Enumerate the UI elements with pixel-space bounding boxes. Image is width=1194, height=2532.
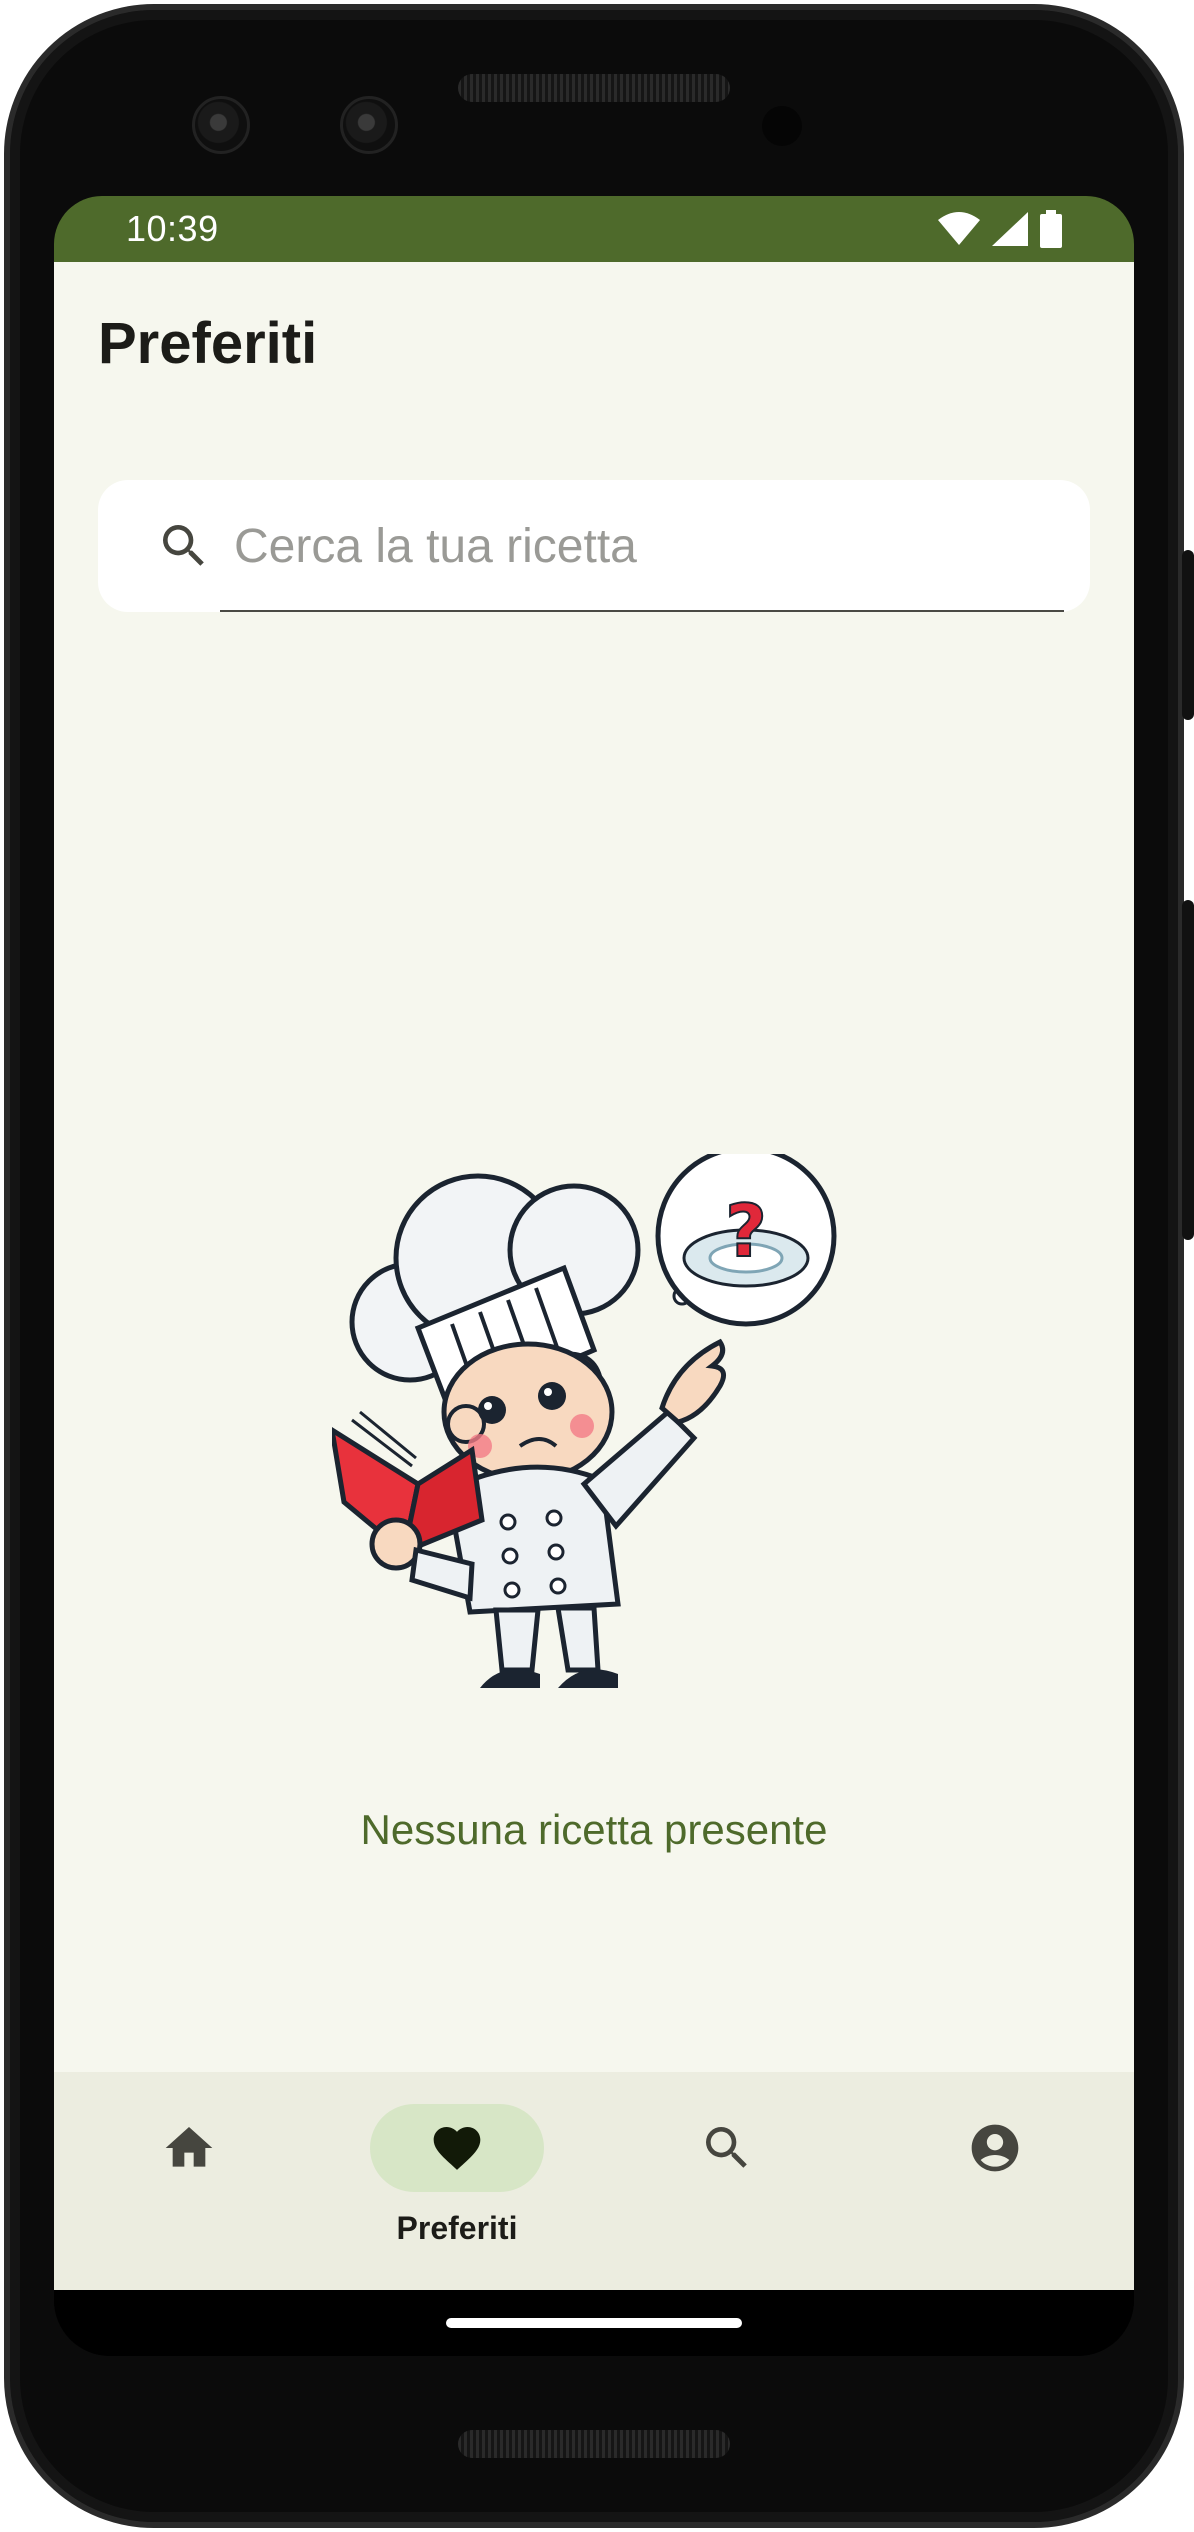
status-time: 10:39 — [126, 208, 219, 249]
svg-text:?: ? — [725, 1189, 767, 1273]
screen: 10:39 Preferiti Cerca la tua ricetta ? N… — [54, 196, 1134, 2356]
search-underline — [220, 610, 1064, 612]
confused-chef-illustration: ? — [332, 1154, 837, 1688]
search-bar[interactable] — [98, 480, 1090, 612]
status-bar: 10:39 — [54, 196, 1134, 262]
account-circle-icon[interactable] — [967, 2120, 1023, 2176]
status-icons — [938, 210, 1062, 248]
favorites-screen: Preferiti ? — [54, 262, 1134, 2072]
bottom-speaker — [458, 2430, 730, 2458]
device-frame: 10:39 Preferiti Cerca la tua ricetta ? N… — [0, 0, 1194, 2532]
heart-icon[interactable] — [429, 2120, 485, 2176]
proximity-sensor — [762, 106, 802, 146]
bottom-navigation: Preferiti — [54, 2072, 1134, 2290]
power-button — [1182, 550, 1194, 720]
battery-icon — [1040, 210, 1062, 248]
empty-state-message: Nessuna ricetta presente — [360, 1806, 828, 1853]
signal-icon — [992, 212, 1028, 246]
nav-item-home[interactable] — [94, 2100, 284, 2260]
nav-item-profile[interactable] — [900, 2100, 1090, 2260]
gesture-area — [54, 2290, 1134, 2356]
wifi-icon — [938, 212, 980, 245]
search-input[interactable] — [234, 506, 1064, 586]
nav-item-favorites[interactable]: Preferiti — [362, 2100, 552, 2260]
home-gesture-handle[interactable] — [446, 2318, 742, 2328]
nav-label-favorites[interactable]: Preferiti — [362, 2210, 552, 2247]
front-camera — [192, 96, 250, 154]
search-icon[interactable] — [156, 518, 212, 574]
page-title: Preferiti — [98, 311, 318, 376]
front-camera-secondary — [340, 96, 398, 154]
volume-button — [1182, 900, 1194, 1240]
nav-item-search[interactable] — [632, 2100, 822, 2260]
home-icon[interactable] — [161, 2120, 217, 2176]
earpiece-speaker — [458, 74, 730, 102]
search-icon[interactable] — [699, 2120, 755, 2176]
